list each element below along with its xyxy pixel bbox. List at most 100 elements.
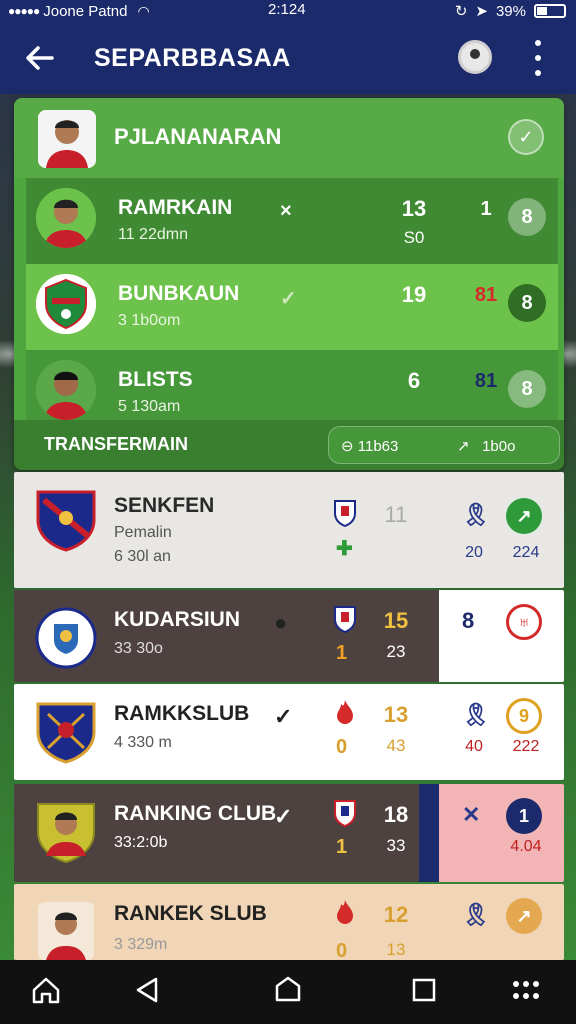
dot-icon: ● <box>274 610 288 635</box>
club-name: SENKFEN <box>114 494 215 517</box>
club-sub: 4 330 m <box>114 734 172 751</box>
recents-icon[interactable] <box>406 974 442 1010</box>
wifi-icon: ◠ <box>137 2 150 19</box>
club-stat-primary: 12 <box>383 902 409 927</box>
club-sub: 33 30o <box>114 640 163 657</box>
ribbon-icon: 🎗︎ <box>462 702 490 727</box>
profile-icon[interactable] <box>458 40 492 74</box>
club-row[interactable]: KUDARSIUN 33 30o ● 1 15 23 8 ♅ <box>14 590 564 682</box>
club-crest-icon <box>36 274 96 334</box>
clock: 2:124 <box>268 1 306 18</box>
mini-crest-icon <box>334 606 356 634</box>
club-stat-primary: 18 <box>383 802 409 827</box>
apps-grid-icon[interactable] <box>510 974 546 1010</box>
player-row[interactable]: BUNBKAUN 3 1b0om ✓ 19 81 8 <box>26 264 558 350</box>
cross-icon: × <box>280 200 292 222</box>
back-arrow-icon[interactable] <box>24 42 56 74</box>
trophy-icon[interactable]: ♅ <box>506 604 542 640</box>
highlight-panel <box>439 590 564 682</box>
stat-primary: 13 <box>401 196 427 221</box>
stat-rank: 1 <box>480 198 492 220</box>
club-row[interactable]: RAMKKSLUB 4 330 m ✓ 0 13 43 🎗︎ 40 9 222 <box>14 684 564 780</box>
app-bar: SEPARBBASAA <box>0 22 576 94</box>
featured-heading: PJLANANARAN <box>114 124 282 149</box>
stat-primary: 6 <box>407 368 421 393</box>
medal-icon[interactable]: 9 <box>506 698 542 734</box>
trend-icon[interactable]: ↗ <box>506 898 542 934</box>
club-mini-value: 1 <box>336 642 348 664</box>
transfer-pill[interactable]: ⊖ 11b63 ↗ 1b0o <box>328 426 560 464</box>
transfer-label: TRANSFERMAIN <box>44 434 188 454</box>
more-menu-icon[interactable] <box>530 40 546 76</box>
plus-icon: ✚ <box>336 538 353 560</box>
club-stat-rank: 40 <box>465 738 483 755</box>
stat-secondary: S0 <box>403 228 425 247</box>
flame-icon <box>337 700 353 724</box>
sync-icon: ↻ <box>454 3 468 20</box>
featured-header: PJLANANARAN ✓ <box>14 98 564 178</box>
player-name: BLISTS <box>118 368 193 391</box>
club-sub-2: 6 30l an <box>114 548 171 565</box>
battery-icon <box>534 4 566 18</box>
carrier-label: Joone Patnd <box>43 2 128 20</box>
player-name: BUNBKAUN <box>118 282 240 305</box>
club-row[interactable]: SENKFEN Pemalin 6 30l an ✚ 11 🎗︎ 20 ↗ 22… <box>14 472 564 588</box>
home-circle-icon[interactable] <box>270 974 306 1010</box>
rank-badge[interactable]: 8 <box>508 284 546 322</box>
mini-crest-icon <box>334 500 356 528</box>
player-sub: 3 1b0om <box>118 312 181 329</box>
player-photo <box>38 110 96 168</box>
ribbon-icon: 🎗︎ <box>462 902 490 927</box>
system-nav-bar <box>0 960 576 1024</box>
back-icon[interactable] <box>130 974 166 1010</box>
rank-badge[interactable]: 8 <box>508 370 546 408</box>
player-name: RAMRKAIN <box>118 196 233 219</box>
club-stat-primary: 11 <box>384 502 408 527</box>
club-row[interactable]: RANKING CLUB 33:2:0b ✓ 1 18 33 ✕ 1 4.04 <box>14 784 564 882</box>
club-name: RANKEK SLUB <box>114 902 267 925</box>
player-row[interactable]: RAMRKAIN 11 22dmn × 13 S0 1 8 <box>26 178 558 264</box>
club-name: RAMKKSLUB <box>114 702 250 725</box>
club-mini-value: 1 <box>336 836 348 858</box>
home-icon[interactable] <box>28 974 64 1010</box>
mini-crest-icon <box>334 800 356 828</box>
status-bar: ●●●●● Joone Patnd ◠ 2:124 ↻ ➤ 39% <box>0 0 576 22</box>
featured-footer: TRANSFERMAIN ⊖ 11b63 ↗ 1b0o <box>14 420 564 470</box>
club-stat-secondary: 13 <box>386 940 406 959</box>
club-stat-points: 4.04 <box>510 838 542 855</box>
club-crest-icon <box>36 702 96 764</box>
highlight-panel <box>439 784 564 882</box>
check-icon: ✓ <box>274 704 293 729</box>
club-stat-primary: 15 <box>383 608 409 633</box>
club-stat-rank: 8 <box>462 608 475 633</box>
club-mini-value: 0 <box>336 940 348 960</box>
club-sub: 3 329m <box>114 936 168 953</box>
club-stat-secondary: 33 <box>386 836 406 855</box>
check-icon[interactable]: ✓ <box>508 119 544 155</box>
club-sub: 33:2:0b <box>114 834 168 851</box>
check-icon: ✓ <box>280 288 297 310</box>
club-stat-secondary: 43 <box>386 736 406 755</box>
check-icon: ✓ <box>274 804 293 829</box>
rank-badge[interactable]: 8 <box>508 198 546 236</box>
location-icon: ➤ <box>475 3 488 20</box>
flame-icon <box>337 900 353 924</box>
player-avatar <box>38 902 94 960</box>
stat-rank: 81 <box>474 370 498 392</box>
transfer-value-b: ↗ 1b0o <box>457 438 516 455</box>
trend-up-icon[interactable]: ↗ <box>506 498 542 534</box>
cross-icon: ✕ <box>462 802 481 827</box>
club-row[interactable]: RANKEK SLUB 3 329m 0 12 13 🎗︎ ↗ <box>14 884 564 960</box>
club-stat-secondary: 23 <box>386 642 406 661</box>
club-stat-primary: 13 <box>383 702 409 727</box>
signal-icon: ●●●●● <box>8 4 40 18</box>
club-stat-rank: 20 <box>465 544 483 561</box>
club-name: KUDARSIUN <box>114 608 240 631</box>
player-sub: 11 22dmn <box>118 226 188 243</box>
divider-band <box>419 784 439 882</box>
rank-one-badge[interactable]: 1 <box>506 798 542 834</box>
stat-primary: 19 <box>401 282 427 307</box>
page-title: SEPARBBASAA <box>94 44 291 72</box>
club-sub: Pemalin <box>114 524 172 541</box>
club-stat-points: 222 <box>512 738 540 755</box>
